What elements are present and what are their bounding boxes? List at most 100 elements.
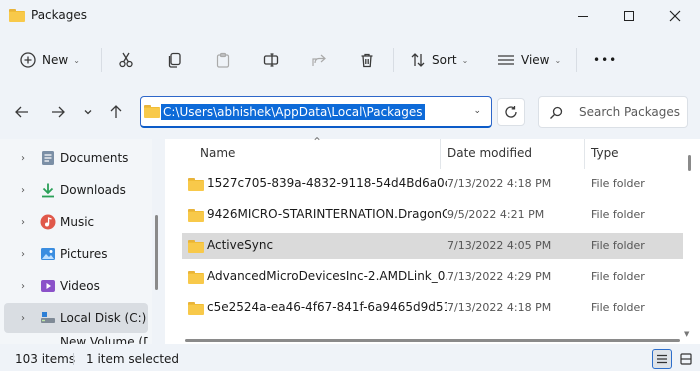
sidebar-item-documents[interactable]: › Documents (4, 143, 148, 173)
title-bar: Packages (0, 0, 700, 32)
sidebar-item-music[interactable]: › Music (4, 207, 148, 237)
forward-button[interactable] (48, 102, 68, 122)
folder-icon (188, 178, 204, 191)
documents-icon (40, 150, 56, 166)
refresh-button[interactable] (497, 98, 525, 126)
copy-button[interactable] (167, 46, 183, 74)
status-bar: 103 items 1 item selected (0, 347, 700, 371)
chevron-right-icon[interactable]: › (21, 313, 25, 324)
sidebar-item-local-disk[interactable]: › Local Disk (C:) (4, 303, 148, 333)
file-type: File folder (591, 270, 645, 283)
table-row[interactable]: AdvancedMicroDevicesInc-2.AMDLink_0... 7… (182, 264, 683, 290)
cut-button[interactable] (118, 46, 134, 74)
table-row[interactable]: ActiveSync 7/13/2022 4:05 PM File folder (182, 233, 683, 259)
close-icon (669, 10, 681, 22)
sidebar-item-label: New Volume (D:) (60, 335, 148, 344)
arrow-right-icon (52, 106, 65, 118)
folder-icon (144, 105, 160, 118)
sidebar-item-new-volume[interactable]: New Volume (D:) (4, 335, 148, 344)
list-horizontal-scrollbar[interactable] (185, 339, 680, 342)
paste-button[interactable] (215, 46, 231, 74)
file-name: c5e2524a-ea46-4f67-841f-6a9465d9d515_... (207, 300, 447, 314)
folder-icon (9, 9, 25, 22)
column-header-type[interactable]: Type (591, 146, 619, 160)
sidebar-item-pictures[interactable]: › Pictures (4, 239, 148, 269)
sidebar-item-label: Documents (60, 151, 129, 165)
minimize-icon (578, 15, 588, 17)
new-button[interactable]: New ⌄ (20, 46, 80, 74)
chevron-down-icon[interactable]: ⌄ (473, 106, 481, 116)
file-type: File folder (591, 239, 645, 252)
arrow-up-icon (110, 105, 122, 118)
command-bar: New ⌄ Sort ⌄ View ⌄ ••• (0, 40, 700, 80)
address-path[interactable]: C:\Users\abhishek\AppData\Local\Packages (161, 104, 425, 120)
details-view-button[interactable] (652, 349, 672, 369)
file-date: 7/13/2022 4:05 PM (447, 239, 552, 252)
table-row[interactable]: c5e2524a-ea46-4f67-841f-6a9465d9d515_...… (182, 295, 683, 321)
downloads-icon (40, 182, 56, 198)
close-button[interactable] (652, 0, 698, 32)
search-box[interactable]: Search Packages (538, 96, 688, 128)
list-vertical-scrollbar[interactable] (688, 155, 691, 171)
tiles-view-button[interactable] (676, 349, 696, 369)
chevron-down-icon (84, 110, 92, 115)
chevron-right-icon[interactable]: › (21, 249, 25, 260)
search-input[interactable]: Search Packages (579, 105, 680, 119)
chevron-down-icon: ⌄ (73, 55, 80, 65)
maximize-button[interactable] (606, 0, 652, 32)
chevron-right-icon[interactable]: › (21, 153, 25, 164)
toolbar-divider (576, 48, 577, 72)
chevron-down-icon: ⌄ (461, 55, 469, 65)
back-button[interactable] (12, 102, 32, 122)
column-divider[interactable] (440, 139, 441, 169)
recent-locations-button[interactable] (78, 102, 98, 122)
file-list: ⌃ Name Date modified Type 1527c705-839a-… (165, 135, 700, 344)
tiles-view-icon (680, 353, 692, 365)
pictures-icon (40, 246, 56, 262)
sort-button[interactable]: Sort ⌄ (410, 46, 468, 74)
file-type: File folder (591, 301, 645, 314)
sidebar-item-videos[interactable]: › Videos (4, 271, 148, 301)
delete-button[interactable] (359, 46, 375, 74)
share-button[interactable] (311, 46, 327, 74)
sidebar-item-label: Videos (60, 279, 100, 293)
copy-icon (168, 52, 181, 68)
file-date: 7/13/2022 4:18 PM (447, 177, 552, 190)
local-disk-icon (40, 310, 56, 326)
view-label: View (521, 53, 550, 67)
plus-circle-icon (20, 52, 36, 68)
column-header-name[interactable]: Name (200, 146, 235, 160)
sidebar-scrollbar[interactable] (155, 215, 158, 290)
folder-icon (188, 271, 204, 284)
chevron-right-icon[interactable]: › (21, 217, 25, 228)
more-options-button[interactable]: ••• (593, 46, 617, 74)
sort-label: Sort (432, 53, 457, 67)
rename-button[interactable] (263, 46, 279, 74)
address-bar[interactable]: C:\Users\abhishek\AppData\Local\Packages… (140, 96, 492, 128)
arrow-left-icon (15, 106, 28, 118)
chevron-down-icon: ⌄ (554, 55, 562, 65)
file-date: 7/13/2022 4:18 PM (447, 301, 552, 314)
minimize-button[interactable] (560, 0, 606, 32)
scroll-down-icon[interactable]: ▼ (684, 330, 689, 338)
file-name: ActiveSync (207, 238, 274, 252)
sidebar-item-label: Pictures (60, 247, 108, 261)
videos-icon (40, 278, 56, 294)
table-row[interactable]: 9426MICRO-STARINTERNATION.DragonC... 9/5… (182, 202, 683, 228)
column-header-date[interactable]: Date modified (447, 146, 532, 160)
file-name: AdvancedMicroDevicesInc-2.AMDLink_0... (207, 269, 447, 283)
sort-icon (411, 53, 425, 67)
column-divider[interactable] (584, 139, 585, 169)
up-button[interactable] (106, 102, 126, 122)
file-date: 7/13/2022 4:29 PM (447, 270, 552, 283)
toolbar-divider (393, 48, 394, 72)
file-date: 9/5/2022 4:21 PM (447, 208, 545, 221)
table-row[interactable]: 1527c705-839a-4832-9118-54d4Bd6a0c89... … (182, 171, 683, 197)
file-type: File folder (591, 208, 645, 221)
chevron-right-icon[interactable]: › (21, 281, 25, 292)
view-button[interactable]: View ⌄ (497, 46, 561, 74)
chevron-right-icon[interactable]: › (21, 185, 25, 196)
sidebar-item-downloads[interactable]: › Downloads (4, 175, 148, 205)
maximize-icon (624, 11, 634, 21)
folder-icon (188, 240, 204, 253)
